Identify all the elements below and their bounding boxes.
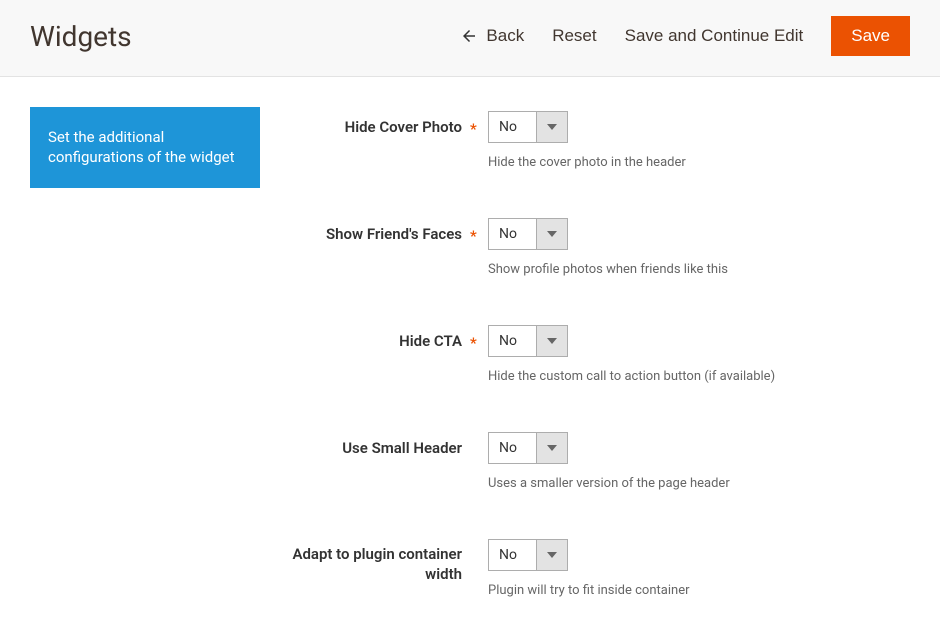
arrow-left-icon	[460, 27, 478, 45]
select-toggle[interactable]	[536, 325, 568, 357]
reset-button[interactable]: Reset	[552, 26, 596, 46]
field-show-friends-faces: Show Friend's Faces * No Show profile ph…	[290, 218, 910, 277]
field-label: Adapt to plugin container width	[290, 545, 462, 584]
select-value: No	[488, 325, 536, 357]
field-hide-cta: Hide CTA * No Hide the custom call to ac…	[290, 325, 910, 384]
save-continue-button[interactable]: Save and Continue Edit	[625, 26, 804, 46]
select-hide-cta[interactable]: No	[488, 325, 568, 357]
field-help: Hide the custom call to action button (i…	[488, 369, 910, 384]
field-label: Show Friend's Faces	[326, 225, 462, 245]
select-toggle[interactable]	[536, 432, 568, 464]
field-label: Use Small Header	[342, 439, 462, 459]
select-hide-cover-photo[interactable]: No	[488, 111, 568, 143]
page-title: Widgets	[30, 20, 132, 53]
select-value: No	[488, 111, 536, 143]
header-actions: Back Reset Save and Continue Edit Save	[460, 16, 910, 56]
sidebar: Set the additional configurations of the…	[30, 107, 260, 598]
field-help: Plugin will try to fit inside container	[488, 583, 910, 598]
select-value: No	[488, 539, 536, 571]
content-area: Set the additional configurations of the…	[0, 77, 940, 628]
required-mark: *	[470, 227, 477, 245]
chevron-down-icon	[547, 336, 557, 346]
field-label: Hide Cover Photo	[345, 118, 462, 138]
select-use-small-header[interactable]: No	[488, 432, 568, 464]
required-mark: *	[470, 120, 477, 138]
field-hide-cover-photo: Hide Cover Photo * No Hide the cover pho…	[290, 111, 910, 170]
select-value: No	[488, 432, 536, 464]
back-button[interactable]: Back	[460, 26, 524, 46]
field-help: Hide the cover photo in the header	[488, 155, 910, 170]
field-help: Uses a smaller version of the page heade…	[488, 476, 910, 491]
field-use-small-header: Use Small Header No Uses a smaller versi…	[290, 432, 910, 491]
back-label: Back	[486, 26, 524, 46]
select-toggle[interactable]	[536, 539, 568, 571]
required-mark: *	[470, 334, 477, 352]
save-button[interactable]: Save	[831, 16, 910, 56]
form-area: Hide Cover Photo * No Hide the cover pho…	[290, 107, 910, 598]
field-adapt-container-width: Adapt to plugin container width No Plugi…	[290, 539, 910, 598]
field-help: Show profile photos when friends like th…	[488, 262, 910, 277]
chevron-down-icon	[547, 443, 557, 453]
select-show-friends-faces[interactable]: No	[488, 218, 568, 250]
sidebar-tab-additional-config[interactable]: Set the additional configurations of the…	[30, 107, 260, 188]
chevron-down-icon	[547, 122, 557, 132]
select-toggle[interactable]	[536, 218, 568, 250]
chevron-down-icon	[547, 229, 557, 239]
select-toggle[interactable]	[536, 111, 568, 143]
select-adapt-container-width[interactable]: No	[488, 539, 568, 571]
field-label: Hide CTA	[399, 332, 462, 352]
page-header: Widgets Back Reset Save and Continue Edi…	[0, 0, 940, 77]
select-value: No	[488, 218, 536, 250]
chevron-down-icon	[547, 550, 557, 560]
